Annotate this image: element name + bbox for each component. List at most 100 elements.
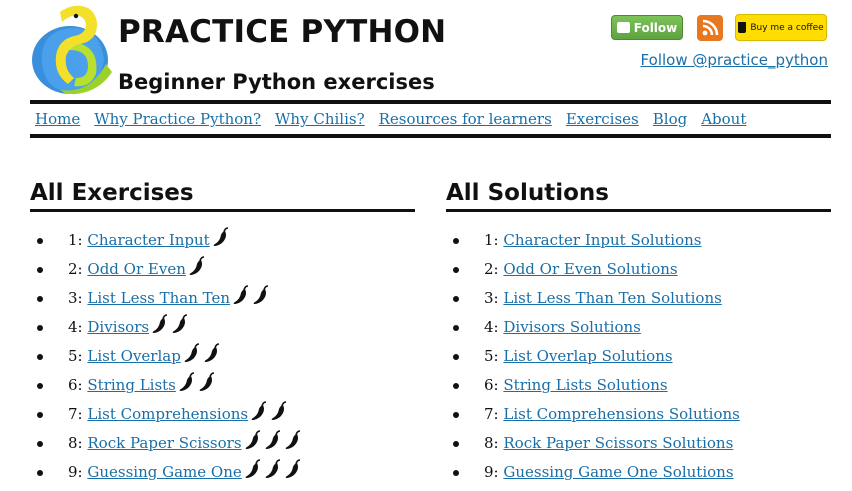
list-item: 3: List Less Than Ten: [37, 284, 415, 313]
chili-pepper-icon: [179, 372, 194, 391]
feedly-follow-button[interactable]: Follow: [611, 15, 683, 40]
solution-number: 1:: [484, 231, 499, 249]
list-item: 2: Odd Or Even Solutions: [453, 255, 831, 284]
exercise-number: 2:: [68, 260, 83, 278]
exercise-link[interactable]: Rock Paper Scissors: [87, 434, 241, 452]
solution-link[interactable]: String Lists Solutions: [503, 376, 667, 394]
solution-number: 7:: [484, 405, 499, 423]
chili-rating: [248, 401, 288, 423]
solution-link[interactable]: List Overlap Solutions: [503, 347, 672, 365]
exercises-heading: All Exercises: [30, 180, 415, 212]
chili-pepper-icon: [204, 343, 219, 362]
exercise-link[interactable]: Odd Or Even: [87, 260, 185, 278]
list-item: 7: List Comprehensions: [37, 400, 415, 429]
solution-link[interactable]: Divisors Solutions: [503, 318, 640, 336]
list-item: 8: Rock Paper Scissors Solutions: [453, 429, 831, 458]
list-item: 5: List Overlap Solutions: [453, 342, 831, 371]
chili-pepper-icon: [184, 343, 199, 362]
exercise-number: 7:: [68, 405, 83, 423]
exercise-link[interactable]: List Comprehensions: [87, 405, 248, 423]
list-item: 4: Divisors Solutions: [453, 313, 831, 342]
chili-pepper-icon: [199, 372, 214, 391]
follow-button-label: Follow: [633, 20, 678, 35]
chili-pepper-icon: [213, 227, 228, 246]
chili-pepper-icon: [245, 459, 260, 478]
exercise-number: 5:: [68, 347, 83, 365]
solution-link[interactable]: List Less Than Ten Solutions: [503, 289, 721, 307]
solutions-heading: All Solutions: [446, 180, 831, 212]
exercise-number: 9:: [68, 463, 83, 481]
chili-pepper-icon: [172, 314, 188, 333]
exercise-number: 6:: [68, 376, 83, 394]
main-nav: Home Why Practice Python? Why Chilis? Re…: [30, 100, 831, 138]
twitter-follow-link[interactable]: Follow @practice_python: [641, 51, 828, 69]
exercise-link[interactable]: Guessing Game One: [87, 463, 241, 481]
rss-button[interactable]: [697, 15, 723, 41]
chili-pepper-icon: [189, 256, 204, 275]
list-item: 7: List Comprehensions Solutions: [453, 400, 831, 429]
exercise-number: 4:: [68, 318, 83, 336]
list-item: 2: Odd Or Even: [37, 255, 415, 284]
list-item: 9: Guessing Game One Solutions: [453, 458, 831, 487]
exercises-column: All Exercises 1: Character Input 2: Odd …: [30, 180, 415, 487]
list-item: 9: Guessing Game One: [37, 458, 415, 487]
nav-about[interactable]: About: [701, 110, 746, 128]
exercise-link[interactable]: String Lists: [87, 376, 175, 394]
nav-exercises[interactable]: Exercises: [566, 110, 639, 128]
chili-pepper-icon: [265, 459, 280, 478]
solutions-column: All Solutions 1: Character Input Solutio…: [446, 180, 831, 487]
nav-resources[interactable]: Resources for learners: [379, 110, 552, 128]
chili-rating: [210, 227, 230, 249]
list-item: 3: List Less Than Ten Solutions: [453, 284, 831, 313]
nav-home[interactable]: Home: [35, 110, 80, 128]
chili-rating: [186, 256, 206, 278]
chili-rating: [230, 285, 270, 307]
solution-number: 5:: [484, 347, 499, 365]
nav-why-practice-python[interactable]: Why Practice Python?: [94, 110, 261, 128]
chili-rating: [181, 343, 221, 365]
exercise-number: 8:: [68, 434, 83, 452]
site-subtitle: Beginner Python exercises: [118, 70, 435, 94]
coffee-button-label: Buy me a coffee: [750, 22, 824, 33]
chili-pepper-icon: [245, 430, 260, 449]
chili-pepper-icon: [285, 430, 300, 449]
solution-list: 1: Character Input Solutions 2: Odd Or E…: [446, 226, 831, 487]
solution-link[interactable]: Odd Or Even Solutions: [503, 260, 677, 278]
solution-number: 6:: [484, 376, 499, 394]
chili-pepper-icon: [251, 401, 267, 420]
chili-rating: [242, 459, 302, 481]
list-item: 4: Divisors: [37, 313, 415, 342]
solution-number: 9:: [484, 463, 499, 481]
coffee-cup-icon: [738, 22, 747, 33]
nav-why-chilis[interactable]: Why Chilis?: [275, 110, 365, 128]
list-item: 1: Character Input Solutions: [453, 226, 831, 255]
exercise-link[interactable]: Character Input: [87, 231, 209, 249]
nav-blog[interactable]: Blog: [653, 110, 687, 128]
chili-pepper-icon: [285, 459, 300, 478]
site-logo-icon[interactable]: [30, 2, 116, 94]
exercise-link[interactable]: Divisors: [87, 318, 149, 336]
solution-link[interactable]: List Comprehensions Solutions: [503, 405, 739, 423]
chili-pepper-icon: [265, 430, 280, 449]
solution-number: 4:: [484, 318, 499, 336]
rss-icon: [702, 19, 719, 36]
chili-pepper-icon: [253, 285, 269, 304]
chili-rating: [176, 372, 216, 394]
chili-rating: [242, 430, 302, 452]
exercise-number: 3:: [68, 289, 83, 307]
exercise-number: 1:: [68, 231, 83, 249]
solution-link[interactable]: Character Input Solutions: [503, 231, 701, 249]
chili-pepper-icon: [233, 285, 249, 304]
exercise-link[interactable]: List Less Than Ten: [87, 289, 230, 307]
chili-pepper-icon: [271, 401, 287, 420]
solution-link[interactable]: Rock Paper Scissors Solutions: [503, 434, 733, 452]
list-item: 5: List Overlap: [37, 342, 415, 371]
chili-pepper-icon: [152, 314, 168, 333]
exercise-link[interactable]: List Overlap: [87, 347, 180, 365]
list-item: 6: String Lists: [37, 371, 415, 400]
exercise-list: 1: Character Input 2: Odd Or Even 3: Lis…: [30, 226, 415, 487]
buy-me-a-coffee-button[interactable]: Buy me a coffee: [735, 14, 827, 41]
solution-number: 8:: [484, 434, 499, 452]
solution-link[interactable]: Guessing Game One Solutions: [503, 463, 733, 481]
site-title[interactable]: PRACTICE PYTHON: [118, 14, 446, 50]
